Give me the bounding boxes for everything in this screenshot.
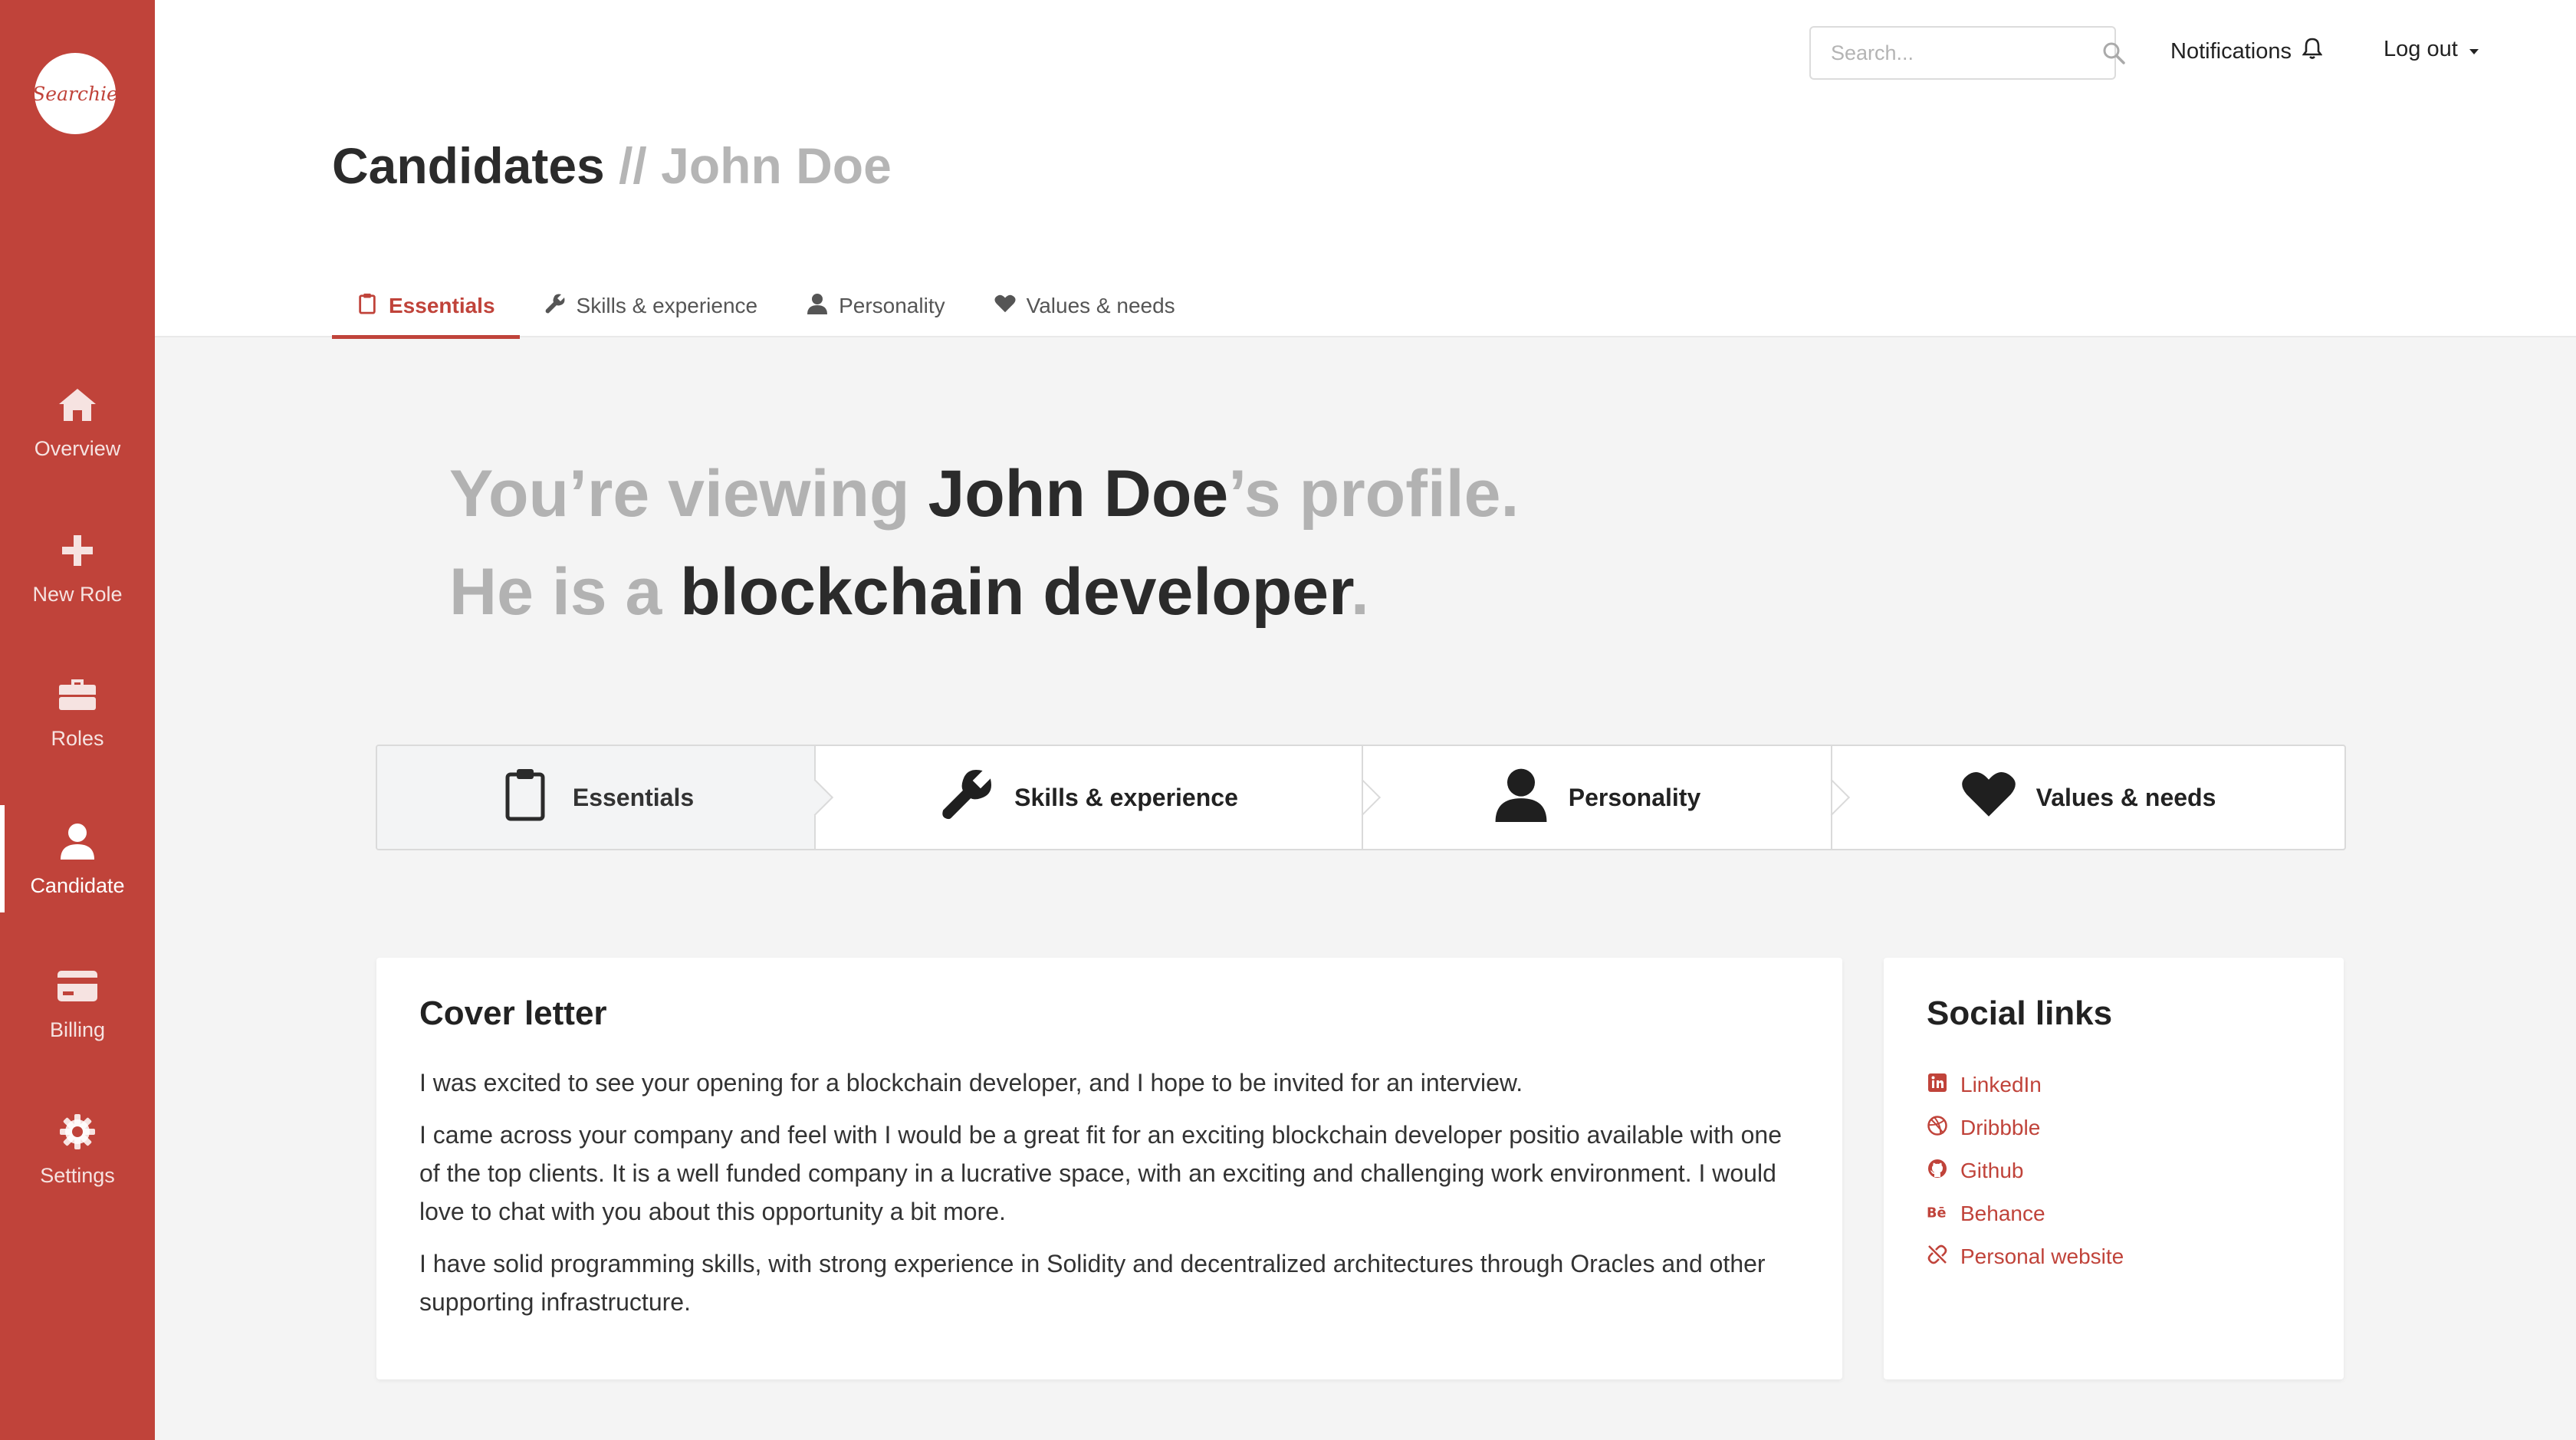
tab-skills-experience[interactable]: Skills & experience	[520, 275, 783, 337]
behance-icon: Bē	[1927, 1201, 1948, 1228]
notifications-label: Notifications	[2170, 38, 2292, 64]
linkedin-icon	[1927, 1072, 1948, 1099]
logout-menu[interactable]: Log out	[2384, 37, 2479, 62]
cover-letter-title: Cover letter	[419, 995, 607, 1032]
social-link-personal-website[interactable]: Personal website	[1927, 1235, 2301, 1278]
page-title-separator: //	[619, 137, 647, 194]
tab-essentials[interactable]: Essentials	[332, 275, 520, 339]
sidebar-item-label: Settings	[40, 1163, 115, 1187]
page-title-candidate: John Doe	[661, 137, 892, 194]
step-label: Essentials	[572, 783, 695, 811]
profile-steps: Essentials Skills & experience Personali…	[376, 745, 2346, 850]
step-skills-experience[interactable]: Skills & experience	[816, 746, 1382, 849]
wrench-icon	[544, 293, 566, 320]
notifications-button[interactable]: Notifications	[2170, 37, 2323, 66]
sidebar-item-label: New Role	[32, 582, 123, 606]
tab-label: Skills & experience	[576, 294, 758, 317]
candidate-role: blockchain developer	[680, 555, 1351, 629]
profile-intro: You’re viewing John Doe’s profile. He is…	[449, 445, 1519, 641]
social-links-title: Social links	[1927, 995, 2113, 1032]
search-icon[interactable]	[2102, 41, 2125, 64]
social-link-label: Dribbble	[1960, 1116, 2041, 1139]
social-link-github[interactable]: Github	[1927, 1149, 2301, 1192]
social-link-dribbble[interactable]: Dribbble	[1927, 1106, 2301, 1149]
tab-personality[interactable]: Personality	[782, 275, 970, 337]
step-label: Values & needs	[2036, 783, 2216, 811]
sidebar-item-label: Candidate	[30, 873, 125, 897]
sidebar-item-new-role[interactable]: New Role	[0, 514, 155, 621]
step-values-needs[interactable]: Values & needs	[1832, 746, 2344, 849]
sidebar-item-label: Billing	[49, 1018, 106, 1041]
wrench-icon	[939, 767, 994, 828]
search-box	[1809, 26, 2125, 80]
tab-values-needs[interactable]: Values & needs	[970, 275, 1200, 337]
search-input[interactable]	[1831, 41, 2102, 65]
heart-icon	[1961, 767, 2016, 828]
step-personality[interactable]: Personality	[1363, 746, 1851, 849]
caret-down-icon	[2469, 37, 2479, 62]
sidebar-item-roles[interactable]: Roles	[0, 658, 155, 765]
dribbble-icon	[1927, 1115, 1948, 1142]
heart-icon	[994, 293, 1016, 320]
intro-text: He is a	[449, 555, 681, 629]
social-links-card: Social links LinkedIn Dribbble Github Bē…	[1884, 958, 2344, 1379]
intro-text: ’s profile.	[1228, 457, 1520, 531]
tab-label: Values & needs	[1026, 294, 1175, 317]
social-link-label: Personal website	[1960, 1244, 2124, 1268]
sidebar-item-billing[interactable]: Billing	[0, 949, 155, 1057]
social-link-label: LinkedIn	[1960, 1073, 2042, 1096]
sidebar-item-label: Overview	[34, 436, 121, 460]
candidate-name: John Doe	[928, 457, 1229, 531]
cover-letter-card: Cover letter I was excited to see your o…	[376, 958, 1842, 1379]
profile-intro-line-1: You’re viewing John Doe’s profile.	[449, 445, 1519, 543]
tab-bar: Essentials Skills & experience Personali…	[332, 275, 1200, 339]
app: Searchie Overview New Role Roles Candida…	[0, 0, 2576, 1440]
social-link-label: Behance	[1960, 1202, 2045, 1225]
page-title-main: Candidates	[332, 137, 605, 194]
user-icon	[1493, 767, 1549, 828]
gear-icon	[56, 1110, 99, 1153]
tab-label: Essentials	[389, 294, 495, 317]
plus-icon	[56, 529, 99, 572]
step-essentials[interactable]: Essentials	[377, 746, 834, 849]
step-label: Personality	[1568, 783, 1701, 811]
cover-letter-paragraph: I came across your company and feel with…	[419, 1121, 1782, 1225]
sidebar: Searchie Overview New Role Roles Candida…	[0, 0, 155, 1440]
sidebar-item-settings[interactable]: Settings	[0, 1095, 155, 1202]
bell-icon	[2302, 37, 2323, 66]
logout-label: Log out	[2384, 37, 2458, 61]
header: Notifications Log out Candidates // John…	[155, 0, 2576, 339]
sidebar-item-candidate[interactable]: Candidate	[0, 805, 155, 912]
tab-label: Personality	[839, 294, 945, 317]
intro-text: .	[1350, 555, 1369, 629]
sidebar-item-overview[interactable]: Overview	[0, 368, 155, 475]
logo[interactable]: Searchie	[32, 53, 118, 134]
github-icon	[1927, 1158, 1948, 1185]
user-icon	[56, 820, 99, 863]
clipboard-icon	[356, 293, 378, 320]
sidebar-item-label: Roles	[51, 726, 104, 750]
svg-text:Bē: Bē	[1927, 1205, 1947, 1221]
cover-letter-paragraph: I have solid programming skills, with st…	[419, 1250, 1766, 1316]
social-link-label: Github	[1960, 1159, 2024, 1182]
step-label: Skills & experience	[1014, 783, 1238, 811]
profile-intro-line-2: He is a blockchain developer.	[449, 543, 1519, 641]
intro-text: You’re viewing	[449, 457, 928, 531]
clipboard-icon	[498, 767, 553, 828]
user-icon	[807, 293, 828, 320]
social-link-linkedin[interactable]: LinkedIn	[1927, 1064, 2301, 1106]
social-links-list: LinkedIn Dribbble Github Bē Behance Pers…	[1927, 1064, 2301, 1278]
credit-card-icon	[56, 965, 99, 1008]
home-icon	[56, 383, 99, 426]
social-link-behance[interactable]: Bē Behance	[1927, 1192, 2301, 1235]
cover-letter-paragraph: I was excited to see your opening for a …	[419, 1069, 1523, 1096]
briefcase-icon	[56, 673, 99, 716]
page-title: Candidates // John Doe	[332, 136, 892, 195]
unlink-icon	[1927, 1244, 1948, 1271]
